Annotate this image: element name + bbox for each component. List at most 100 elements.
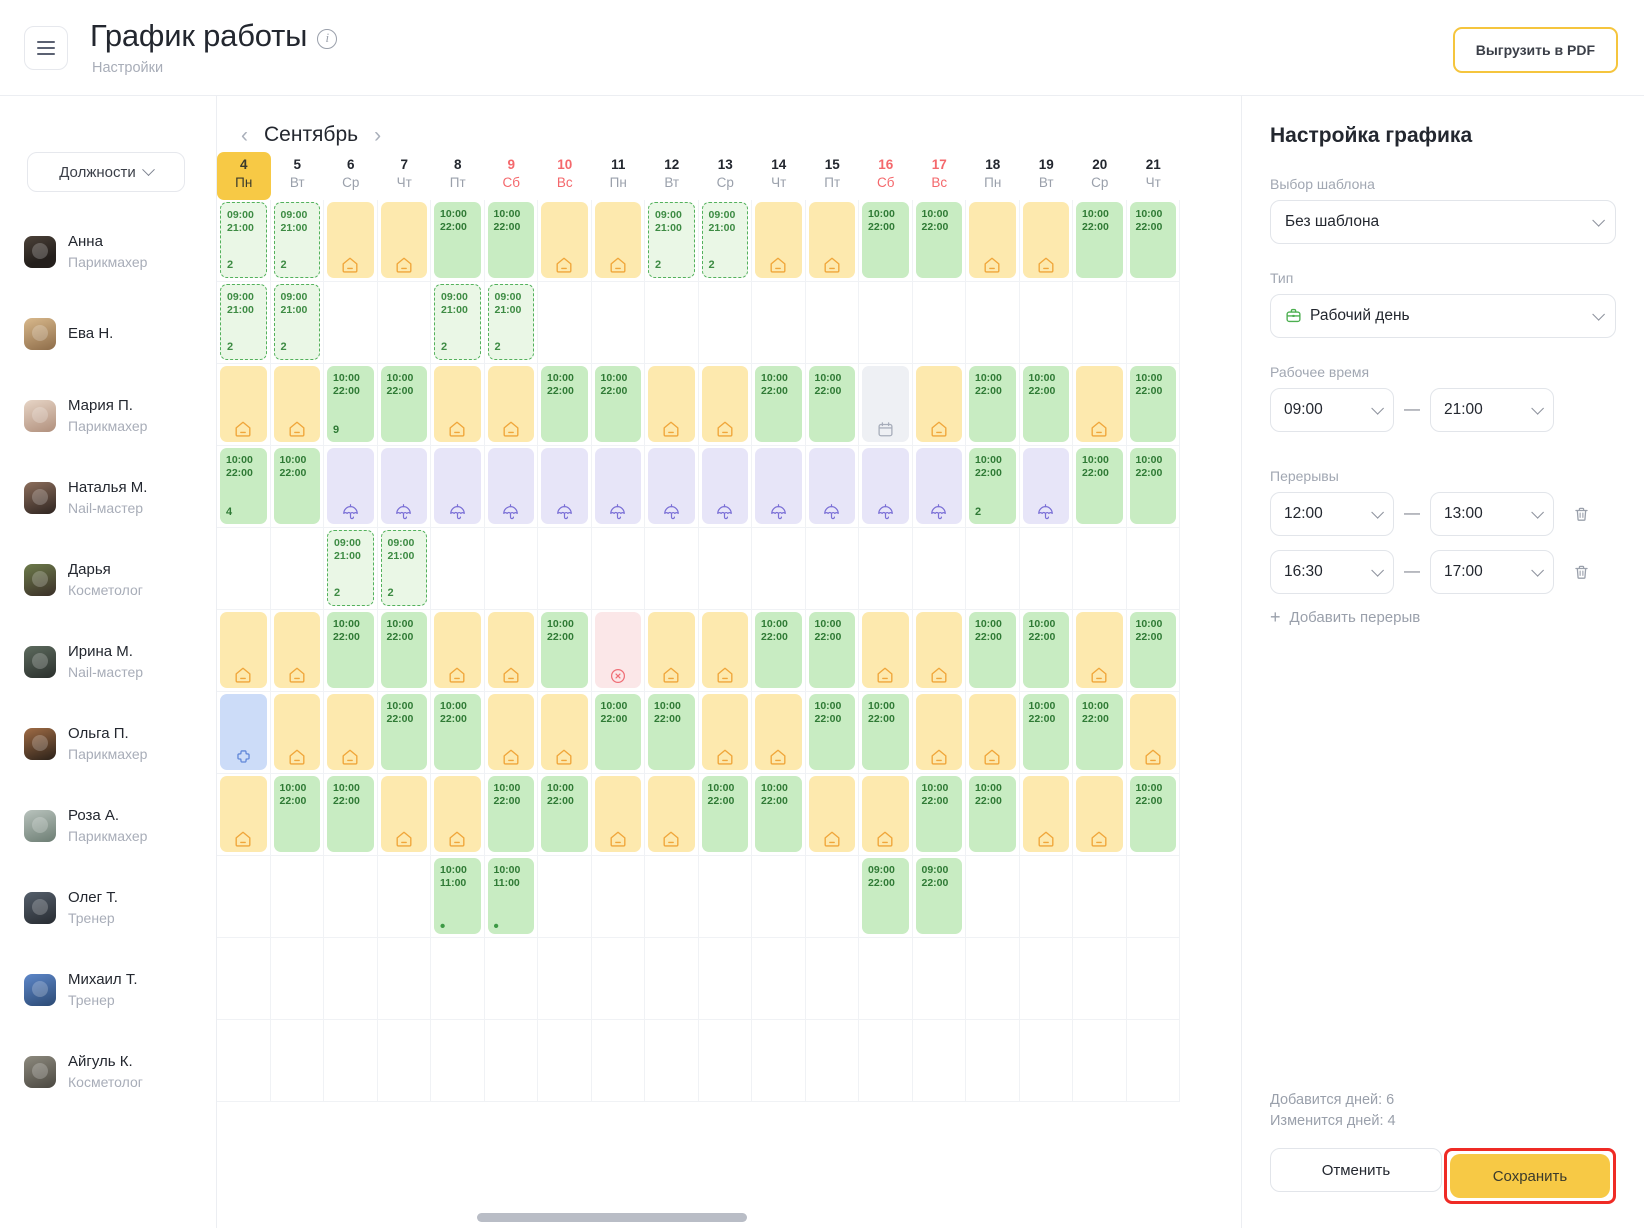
calendar-cell[interactable] (805, 446, 859, 528)
calendar-cell[interactable] (484, 528, 538, 610)
shift-chip[interactable] (434, 448, 481, 524)
shift-chip[interactable] (701, 366, 748, 442)
shift-chip[interactable]: 10:00 22:00 (1022, 612, 1069, 688)
shift-chip[interactable]: 10:00 22:00 (541, 612, 588, 688)
shift-chip[interactable] (434, 612, 481, 688)
calendar-cell[interactable]: 10:00 22:00 (484, 774, 538, 856)
calendar-cell[interactable] (1073, 856, 1127, 938)
calendar-day-header[interactable]: 4 Пн (217, 152, 271, 200)
calendar-cell[interactable] (752, 200, 806, 282)
calendar-cell[interactable] (1019, 938, 1073, 1020)
shift-chip[interactable] (1076, 612, 1123, 688)
shift-chip[interactable] (273, 612, 320, 688)
calendar-cell[interactable] (217, 692, 271, 774)
calendar-cell[interactable]: 10:00 22:00 9 (324, 364, 378, 446)
shift-chip[interactable]: 10:00 22:00 (755, 776, 802, 852)
shift-chip[interactable]: 09:00 21:00 2 (701, 202, 748, 278)
calendar-cell[interactable]: 10:00 22:00 (591, 364, 645, 446)
staff-row[interactable]: Айгуль К. Косметолог (0, 1031, 216, 1113)
calendar-cell[interactable] (912, 364, 966, 446)
calendar-cell[interactable] (966, 856, 1020, 938)
calendar-cell[interactable] (805, 938, 859, 1020)
shift-chip[interactable]: 09:00 21:00 2 (487, 284, 534, 360)
calendar-cell[interactable] (1073, 938, 1127, 1020)
calendar-cell[interactable]: 10:00 22:00 (805, 364, 859, 446)
shift-chip[interactable] (434, 366, 481, 442)
calendar-cell[interactable] (377, 856, 431, 938)
calendar-day-header[interactable]: 6 Ср (324, 152, 378, 200)
calendar-cell[interactable] (538, 446, 592, 528)
calendar-cell[interactable] (538, 528, 592, 610)
break-from-select[interactable]: 16:30 (1270, 550, 1394, 594)
shift-chip[interactable]: 10:00 22:00 (273, 448, 320, 524)
shift-chip[interactable] (808, 202, 855, 278)
calendar-cell[interactable]: 10:00 22:00 (805, 610, 859, 692)
calendar-cell[interactable] (1126, 938, 1180, 1020)
shift-chip[interactable]: 10:00 22:00 (808, 694, 855, 770)
shift-chip[interactable]: 09:00 22:00 (862, 858, 909, 934)
calendar-cell[interactable] (805, 200, 859, 282)
calendar-cell[interactable] (1019, 774, 1073, 856)
staff-row[interactable]: Олег Т. Тренер (0, 867, 216, 949)
calendar-cell[interactable] (805, 856, 859, 938)
calendar-cell[interactable] (431, 938, 485, 1020)
shift-chip[interactable]: 10:00 22:00 2 (969, 448, 1016, 524)
shift-chip[interactable] (327, 202, 374, 278)
trash-icon[interactable] (1572, 505, 1591, 524)
shift-chip[interactable] (327, 694, 374, 770)
shift-chip[interactable]: 10:00 22:00 (862, 694, 909, 770)
calendar-cell[interactable] (752, 282, 806, 364)
staff-row[interactable]: Дарья Косметолог (0, 539, 216, 621)
calendar-cell[interactable] (645, 528, 699, 610)
shift-chip[interactable] (701, 694, 748, 770)
shift-chip[interactable]: 10:00 22:00 (541, 776, 588, 852)
calendar-cell[interactable]: 10:00 22:00 (591, 692, 645, 774)
calendar-cell[interactable] (538, 856, 592, 938)
calendar-cell[interactable] (645, 364, 699, 446)
shift-chip[interactable] (648, 776, 695, 852)
shift-chip[interactable] (648, 366, 695, 442)
calendar-cell[interactable] (431, 364, 485, 446)
calendar-cell[interactable] (966, 282, 1020, 364)
calendar-cell[interactable] (645, 1020, 699, 1102)
calendar-cell[interactable] (859, 446, 913, 528)
shift-chip[interactable] (915, 448, 962, 524)
shift-chip[interactable]: 10:00 22:00 (594, 694, 641, 770)
shift-chip[interactable]: 10:00 22:00 (969, 612, 1016, 688)
staff-row[interactable]: Ева Н. (0, 293, 216, 375)
calendar-cell[interactable] (645, 282, 699, 364)
calendar-cell[interactable]: 10:00 22:00 (324, 774, 378, 856)
shift-chip[interactable] (273, 694, 320, 770)
calendar-cell[interactable]: 10:00 22:00 (645, 692, 699, 774)
shift-chip[interactable]: 10:00 22:00 (1129, 366, 1176, 442)
calendar-cell[interactable] (538, 1020, 592, 1102)
calendar-day-header[interactable]: 13 Ср (699, 152, 753, 200)
shift-chip[interactable] (969, 202, 1016, 278)
shift-chip[interactable] (273, 366, 320, 442)
calendar-cell[interactable] (966, 200, 1020, 282)
staff-row[interactable]: Мария П. Парикмахер (0, 375, 216, 457)
shift-chip[interactable]: 09:00 22:00 (915, 858, 962, 934)
calendar-cell[interactable]: 09:00 21:00 2 (377, 528, 431, 610)
calendar-cell[interactable] (484, 364, 538, 446)
calendar-cell[interactable] (591, 774, 645, 856)
worktime-to-select[interactable]: 21:00 (1430, 388, 1554, 432)
shift-chip[interactable] (915, 694, 962, 770)
calendar-cell[interactable]: 10:00 11:00 • (484, 856, 538, 938)
calendar-cell[interactable] (698, 282, 752, 364)
shift-chip[interactable]: 09:00 21:00 2 (434, 284, 481, 360)
shift-chip[interactable]: 10:00 22:00 (1076, 202, 1123, 278)
calendar-cell[interactable]: 09:00 21:00 2 (484, 282, 538, 364)
calendar-cell[interactable] (217, 938, 271, 1020)
calendar-cell[interactable] (270, 938, 324, 1020)
calendar-cell[interactable]: 10:00 22:00 (752, 774, 806, 856)
calendar-cell[interactable] (1126, 282, 1180, 364)
calendar-cell[interactable] (324, 938, 378, 1020)
calendar-cell[interactable]: 10:00 22:00 (912, 774, 966, 856)
calendar-cell[interactable] (966, 528, 1020, 610)
shift-chip[interactable]: 10:00 22:00 (487, 776, 534, 852)
calendar-cell[interactable] (1126, 1020, 1180, 1102)
calendar-cell[interactable] (966, 692, 1020, 774)
shift-chip[interactable]: 10:00 22:00 (541, 366, 588, 442)
shift-chip[interactable]: 10:00 22:00 (755, 612, 802, 688)
